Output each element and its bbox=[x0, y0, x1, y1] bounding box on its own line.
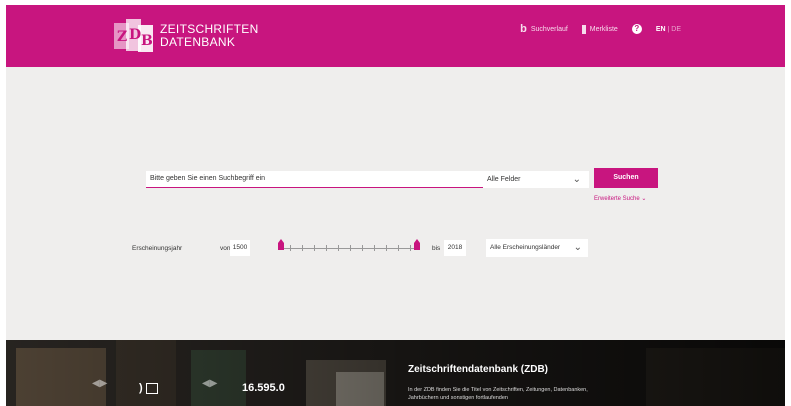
year-range-slider[interactable] bbox=[276, 239, 422, 255]
chevron-down-icon: ⌄ bbox=[573, 242, 582, 253]
extended-search-link[interactable]: Erweiterte Suche ⌄ bbox=[594, 195, 646, 202]
year-bis-label: bis bbox=[432, 245, 441, 252]
year-filter: Erscheinungsjahr von 1500 bis 2018 Alle … bbox=[132, 239, 592, 259]
header-nav: b Suchverlauf Merkliste ? EN | DE bbox=[520, 23, 681, 35]
watchlist-label: Merkliste bbox=[589, 25, 618, 33]
search-input[interactable]: Bitte geben Sie einen Suchbegriff ein bbox=[146, 171, 484, 188]
banner-overlay bbox=[6, 340, 785, 406]
zdb-logo-mark-icon: Z D B bbox=[114, 19, 154, 53]
country-select-value: Alle Erscheinungsländer bbox=[490, 244, 561, 251]
slider-handle-from[interactable] bbox=[278, 239, 284, 251]
search-area: Bitte geben Sie einen Suchbegriff ein Al… bbox=[6, 67, 785, 340]
zdb-description: In der ZDB finden Sie die Titel von Zeit… bbox=[408, 387, 588, 401]
zdb-logo[interactable]: Z D B ZEITSCHRIFTEN DATENBANK bbox=[114, 19, 259, 53]
site-header: Z D B ZEITSCHRIFTEN DATENBANK b Suchverl… bbox=[6, 5, 785, 67]
search-history-label: Suchverlauf bbox=[530, 25, 568, 33]
language-switch: EN | DE bbox=[656, 26, 681, 33]
search-history-link[interactable]: b Suchverlauf bbox=[520, 23, 568, 35]
carousel-arrows-icon: ◀▶ bbox=[202, 378, 218, 389]
stat-value: 16.595.0 bbox=[242, 382, 285, 394]
lang-en[interactable]: EN bbox=[656, 26, 666, 33]
hero-banner: ◀▶ ) ◀▶ 16.595.0 Zeitschriftendatenbank … bbox=[6, 340, 785, 406]
help-icon[interactable]: ? bbox=[631, 24, 642, 34]
field-select[interactable]: Alle Felder ⌄ bbox=[483, 171, 589, 188]
lang-de[interactable]: DE bbox=[671, 26, 681, 33]
country-select[interactable]: Alle Erscheinungsländer ⌄ bbox=[486, 239, 588, 257]
carousel-arrows-icon: ◀▶ bbox=[92, 378, 108, 389]
year-from-input[interactable]: 1500 bbox=[230, 240, 250, 256]
watchlist-link[interactable]: Merkliste bbox=[581, 24, 618, 34]
year-label: Erscheinungsjahr bbox=[132, 245, 183, 252]
extended-search-label: Erweiterte Suche bbox=[594, 196, 640, 202]
year-von-label: von bbox=[220, 245, 231, 252]
page: Z D B ZEITSCHRIFTEN DATENBANK b Suchverl… bbox=[6, 5, 785, 406]
field-select-value: Alle Felder bbox=[487, 176, 521, 183]
bookmark-icon bbox=[581, 24, 586, 34]
slider-handle-to[interactable] bbox=[414, 239, 420, 251]
database-icon bbox=[145, 382, 158, 394]
zdb-title: Zeitschriftendatenbank (ZDB) bbox=[408, 364, 549, 375]
chevron-down-icon: ⌄ bbox=[572, 174, 581, 185]
stat-icon: ) bbox=[139, 382, 158, 394]
chevron-down-small-icon: ⌄ bbox=[641, 196, 647, 202]
search-button[interactable]: Suchen bbox=[594, 168, 658, 188]
logo-line-2: DATENBANK bbox=[160, 35, 236, 49]
history-b-icon: b bbox=[520, 23, 527, 35]
logo-text: ZEITSCHRIFTEN DATENBANK bbox=[160, 23, 259, 49]
year-to-input[interactable]: 2018 bbox=[444, 240, 466, 256]
